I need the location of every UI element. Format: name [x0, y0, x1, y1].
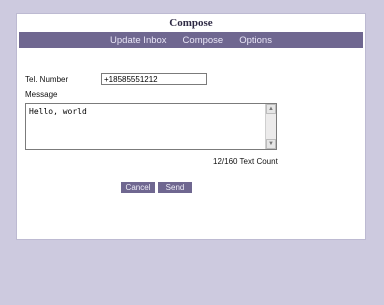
nav-options[interactable]: Options	[239, 35, 272, 46]
message-text: Hello, world	[29, 107, 87, 116]
text-count: 12/160 Text Count	[213, 157, 278, 166]
nav-compose[interactable]: Compose	[183, 35, 224, 46]
page-title: Compose	[169, 17, 213, 29]
tel-number-label: Tel. Number	[25, 75, 69, 84]
message-label: Message	[25, 90, 58, 99]
send-button[interactable]: Send	[158, 182, 192, 193]
nav-bar: Update Inbox Compose Options	[19, 32, 363, 48]
top-strip	[0, 0, 384, 12]
cancel-button[interactable]: Cancel	[121, 182, 155, 193]
tel-number-input[interactable]	[101, 73, 207, 85]
nav-update-inbox[interactable]: Update Inbox	[110, 35, 167, 46]
scroll-down-icon[interactable]: ▼	[266, 139, 276, 149]
message-scrollbar[interactable]: ▲ ▼	[265, 104, 276, 149]
compose-card: Compose Update Inbox Compose Options Tel…	[16, 13, 366, 240]
scroll-up-icon[interactable]: ▲	[266, 104, 276, 114]
message-textarea[interactable]: Hello, world ▲ ▼	[25, 103, 277, 150]
